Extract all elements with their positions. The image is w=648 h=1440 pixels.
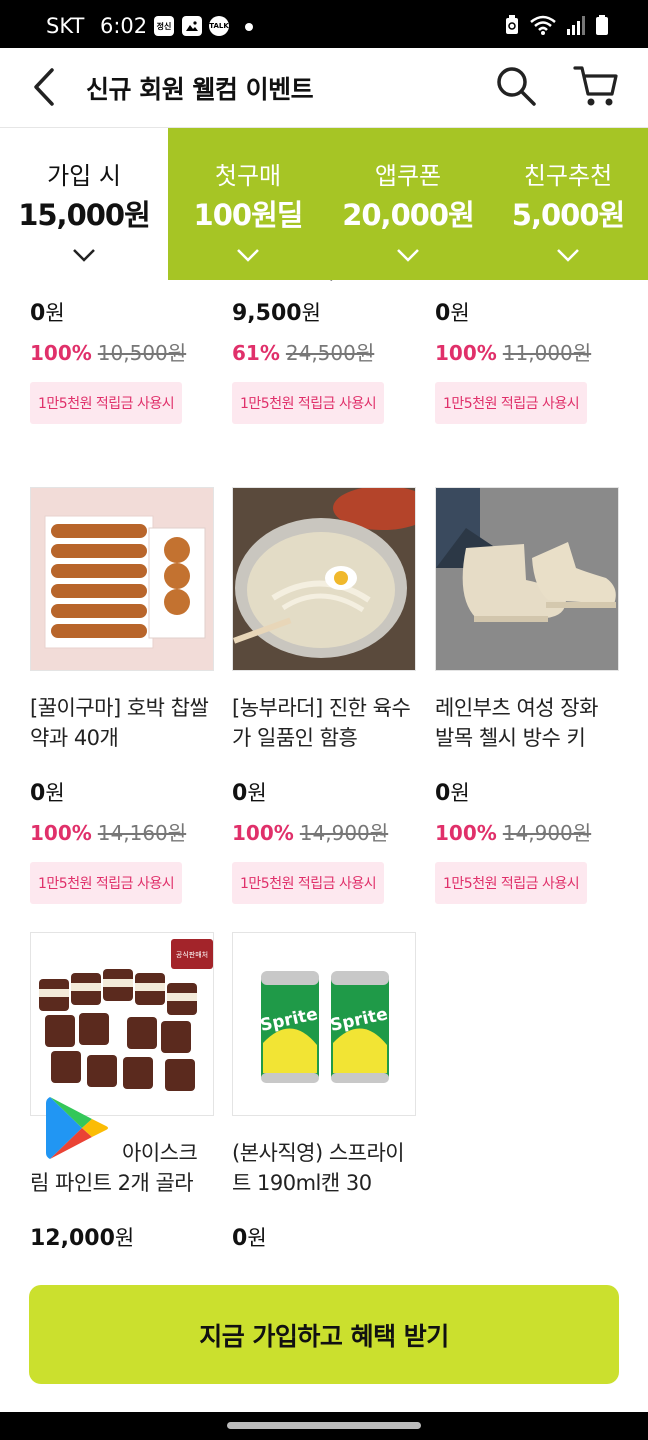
chevron-down-icon [237, 249, 259, 262]
product-price: 9,500원 [232, 301, 321, 326]
system-nav-bar [0, 1412, 648, 1440]
points-badge: 1만5천원 적립금 사용시 [435, 382, 588, 424]
search-button[interactable] [494, 64, 538, 108]
google-play-icon[interactable] [46, 1095, 110, 1161]
product-name: 세 보기 빌레 되지 [30, 280, 215, 290]
product-name: 스 베스트 8풍 넥1 [435, 280, 620, 290]
tab-value: 100원딜 [193, 198, 304, 232]
original-price: 14,900원 [502, 821, 592, 845]
points-badge: 1만5천원 적립금 사용시 [435, 862, 588, 904]
official-seller-label: 공식판매처 [176, 950, 208, 959]
discount-row: 100% 10,500원 [30, 337, 215, 366]
points-badge: 1만5천원 적립금 사용시 [232, 382, 385, 424]
discount-percent: 100% [435, 821, 497, 845]
tab-label: 가입 시 [47, 162, 121, 190]
product-price: 0원 [30, 781, 65, 806]
search-icon [497, 67, 536, 106]
battery-icon [596, 15, 608, 35]
product-image[interactable] [435, 487, 619, 671]
tab-label: 앱쿠폰 [374, 162, 442, 190]
product-card[interactable]: 세 보기 빌레 되지 0원 100%10,500원 1만5천원 적립금 사용시 [30, 280, 215, 424]
product-name: (본사직영) 스프라이트 190ml캔 30 [232, 1141, 405, 1195]
tab-value: 20,000원 [342, 198, 475, 232]
product-price: 0원 [435, 301, 470, 326]
product-image[interactable]: Sprite Sprite [232, 932, 416, 1116]
tab-label: 첫구매 [214, 162, 282, 190]
product-card[interactable]: [꿀이구마] 호박 찹쌀 약과 40개 0원 100% 14,160원 1만5천원… [30, 487, 215, 904]
tab-value: 15,000원 [18, 198, 151, 232]
original-price: 11,000원 [502, 341, 592, 365]
discount-row: 61% 24,500원 [232, 337, 417, 366]
tab-first-purchase[interactable]: 첫구매 100원딜 [168, 128, 328, 280]
tab-signup[interactable]: 가입 시 15,000원 [0, 128, 168, 280]
discount-row: 100% 11,000원 [435, 337, 620, 366]
chevron-down-icon [557, 249, 579, 262]
back-button[interactable] [26, 64, 66, 110]
product-name: [꿀이구마] 호박 찹쌀 약과 40개 [30, 696, 209, 750]
signal-icon [567, 16, 585, 35]
original-price: 10,500원 [97, 341, 187, 365]
original-price: 24,500원 [285, 341, 375, 365]
battery-saver-icon [506, 15, 518, 34]
signup-cta-button[interactable]: 지금 가입하고 혜택 받기 [29, 1285, 619, 1384]
tab-label: 친구추천 [523, 162, 613, 190]
product-price: 12,000원 [30, 1226, 135, 1251]
product-image[interactable] [232, 487, 416, 671]
points-badge: 1만5천원 적립금 사용시 [30, 382, 183, 424]
product-image[interactable] [30, 487, 214, 671]
chevron-down-icon [397, 249, 419, 262]
points-badge: 1만5천원 적립금 사용시 [30, 862, 183, 904]
back-arrow-icon [34, 68, 54, 106]
product-price: 0원 [30, 301, 65, 326]
product-card[interactable]: 공식판매처 아이스크림 파인트 2개 골라 12,000원 [30, 932, 215, 1252]
cart-icon [573, 66, 618, 106]
home-handle[interactable] [227, 1422, 421, 1429]
product-name: [농부라더] 진한 육수가 일품인 함흥 [232, 696, 411, 750]
status-bar: SKT 6:02 정신 TALK [0, 0, 648, 48]
product-card[interactable]: [농부라더] 진한 육수가 일품인 함흥 0원 100% 14,900원 1만5천… [232, 487, 417, 904]
tab-friend-referral[interactable]: 친구추천 5,000원 [488, 128, 648, 280]
product-price: 0원 [435, 781, 470, 806]
product-card[interactable]: 는 버킷 햇 (H3681 9,500원 61%24,500원 1만5천원 적립… [232, 280, 417, 424]
discount-percent: 100% [30, 821, 92, 845]
talk-icon: TALK [209, 16, 229, 36]
tab-app-coupon[interactable]: 앱쿠폰 20,000원 [328, 128, 488, 280]
discount-percent: 100% [232, 821, 294, 845]
benefit-tabs: 가입 시 15,000원 첫구매 100원딜 앱쿠폰 20,000원 친구추천 … [0, 128, 648, 280]
image-icon [182, 16, 202, 36]
product-name: 레인부츠 여성 장화 발목 첼시 방수 키 [435, 696, 598, 750]
chevron-down-icon [73, 249, 95, 262]
clock: 6:02 [100, 14, 148, 38]
app-header: 신규 회원 웰컴 이벤트 [0, 48, 648, 128]
original-price: 14,160원 [97, 821, 187, 845]
discount-row: 100% 14,900원 [435, 817, 620, 846]
dot-icon [245, 23, 253, 31]
discount-percent: 61% [232, 341, 280, 365]
tab-value: 5,000원 [511, 198, 625, 232]
page-title: 신규 회원 웰컴 이벤트 [86, 75, 314, 104]
discount-row: 100% 14,900원 [232, 817, 417, 846]
discount-row: 100% 14,160원 [30, 817, 215, 846]
discount-percent: 100% [30, 341, 92, 365]
product-card[interactable]: Sprite Sprite (본사직영) 스프라이트 190ml캔 30 0원 [232, 932, 417, 1252]
product-price: 0원 [232, 781, 267, 806]
product-card[interactable]: 레인부츠 여성 장화 발목 첼시 방수 키 0원 100% 14,900원 1만5… [435, 487, 620, 904]
points-badge: 1만5천원 적립금 사용시 [232, 862, 385, 904]
product-card[interactable]: 스 베스트 8풍 넥1 0원 100%11,000원 1만5천원 적립금 사용시 [435, 280, 620, 424]
product-price: 0원 [232, 1226, 267, 1251]
product-image[interactable]: 공식판매처 [30, 932, 214, 1116]
product-name: 는 버킷 햇 (H3681 [232, 280, 417, 290]
original-price: 14,900원 [299, 821, 389, 845]
discount-percent: 100% [435, 341, 497, 365]
app-icon: 정신 [154, 16, 174, 36]
cart-button[interactable] [572, 64, 620, 110]
carrier-label: SKT [46, 14, 85, 38]
wifi-icon [530, 15, 556, 35]
